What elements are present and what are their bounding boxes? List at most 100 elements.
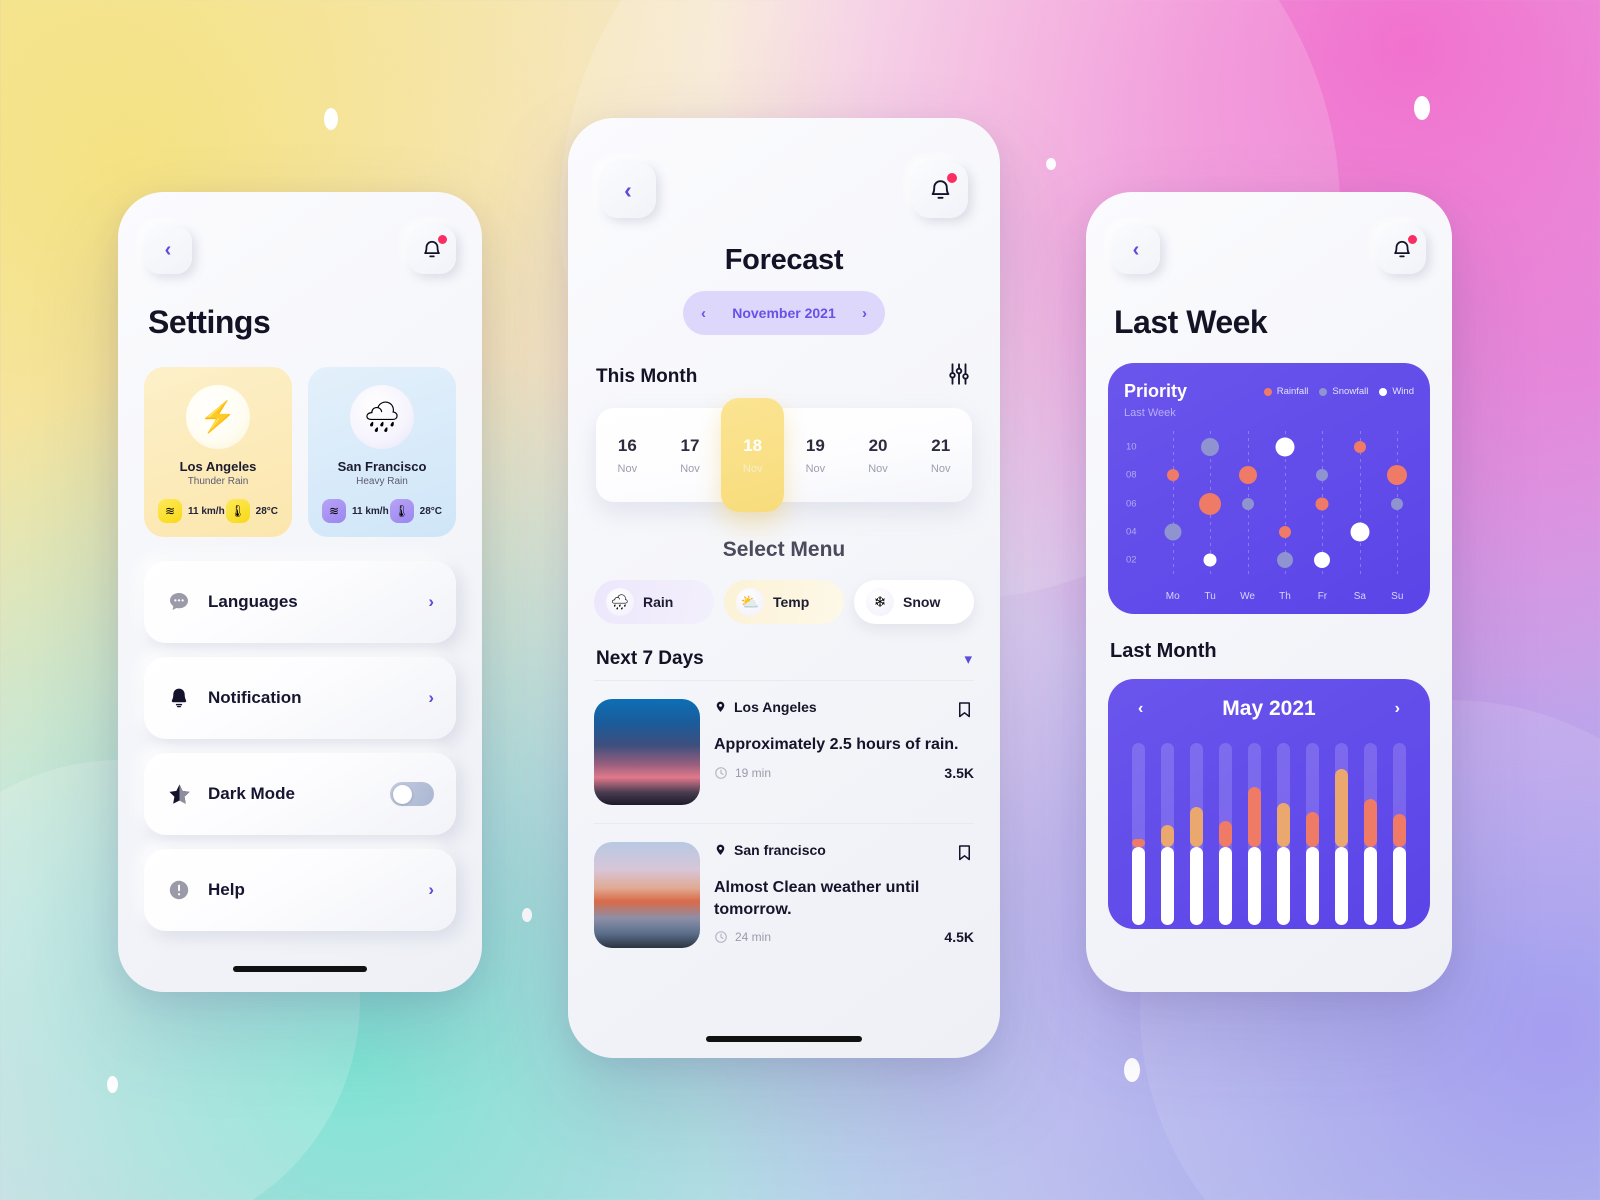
- chevron-right-icon: ›: [428, 688, 434, 707]
- wind-metric: ≋ 11 km/h: [158, 499, 225, 523]
- day-cell[interactable]: 21 Nov: [909, 408, 972, 502]
- day-number: 20: [868, 435, 888, 455]
- scatter-plot: 02 04 06 08 10 Mo Tu We Th Fr Sa Su: [1124, 427, 1414, 602]
- chip-label: Snow: [903, 594, 941, 610]
- data-point-snowfall: [1241, 497, 1254, 510]
- bar-base: [1248, 846, 1261, 925]
- legend-item-wind: Wind: [1379, 386, 1414, 397]
- forecast-topbar: ‹: [568, 162, 1000, 218]
- notifications-button[interactable]: [1378, 226, 1426, 274]
- snowflake-icon: ❄: [866, 588, 894, 616]
- y-axis-tick: 02: [1126, 554, 1137, 566]
- news-body: San francisco Almost Clean weather until…: [714, 842, 974, 948]
- bar-value: [1161, 824, 1174, 847]
- news-headline: Approximately 2.5 hours of rain.: [714, 736, 959, 753]
- month-next-button[interactable]: ›: [862, 305, 867, 322]
- notifications-button[interactable]: [912, 162, 968, 218]
- day-cell[interactable]: 17 Nov: [659, 408, 722, 502]
- bar-value: [1364, 799, 1377, 847]
- month-next-button[interactable]: ›: [1395, 700, 1400, 718]
- priority-card-header: Priority Rainfall Snowfall Wind: [1124, 381, 1414, 402]
- month-prev-button[interactable]: ‹: [701, 305, 706, 322]
- bookmark-button[interactable]: [955, 842, 974, 868]
- month-picker[interactable]: ‹ November 2021 ›: [683, 291, 885, 335]
- star-half-icon: [166, 781, 192, 807]
- data-point-wind: [1275, 437, 1295, 457]
- data-point-rainfall: [1353, 441, 1366, 454]
- bar-column: [1393, 743, 1406, 925]
- back-button[interactable]: ‹: [144, 226, 192, 274]
- location-pin-icon: [716, 701, 725, 712]
- news-location-label: Los Angeles: [734, 699, 817, 715]
- day-cell[interactable]: 16 Nov: [596, 408, 659, 502]
- day-cell-selected[interactable]: 18 Nov: [721, 398, 785, 512]
- legend-label: Wind: [1392, 386, 1414, 397]
- day-cell[interactable]: 20 Nov: [847, 408, 910, 502]
- decorative-dot: [1046, 158, 1056, 170]
- data-point-snowfall: [1277, 551, 1293, 568]
- filter-button[interactable]: [946, 361, 972, 392]
- news-footer: 24 min 4.5K: [714, 929, 974, 945]
- chevron-down-icon[interactable]: ▾: [964, 650, 972, 668]
- legend-color-dot: [1319, 387, 1328, 396]
- news-time: 24 min: [714, 930, 771, 944]
- sidebar-item-languages[interactable]: Languages ›: [144, 561, 456, 643]
- partly-sunny-icon: ⛅: [736, 588, 764, 616]
- notifications-button[interactable]: [408, 226, 456, 274]
- data-point-snowfall: [1164, 523, 1182, 541]
- day-cell[interactable]: 19 Nov: [784, 408, 847, 502]
- chip-rain[interactable]: 🌧 Rain: [594, 580, 714, 624]
- notification-badge: [438, 235, 447, 244]
- this-month-row: This Month: [568, 361, 1000, 392]
- notification-badge: [1408, 235, 1417, 244]
- city-name: San Francisco: [337, 459, 427, 474]
- city-card-san-francisco[interactable]: 🌧 San Francisco Heavy Rain ≋ 11 km/h 🌡 2…: [308, 367, 456, 537]
- bar-value: [1132, 839, 1145, 847]
- heavy-rain-icon: 🌧: [350, 385, 414, 449]
- decorative-dot: [1124, 1058, 1140, 1082]
- news-body: Los Angeles Approximately 2.5 hours of r…: [714, 699, 974, 805]
- chevron-left-icon: ‹: [164, 239, 172, 261]
- sidebar-item-dark-mode[interactable]: Dark Mode: [144, 753, 456, 835]
- bar-value: [1190, 806, 1203, 847]
- next-7-days-header[interactable]: Next 7 Days ▾: [568, 648, 1000, 670]
- bar-value: [1393, 814, 1406, 847]
- data-point-rainfall: [1315, 497, 1329, 510]
- section-title: Last Month: [1110, 640, 1217, 662]
- bar-column: [1190, 743, 1203, 925]
- decorative-dot: [107, 1076, 118, 1093]
- sidebar-item-label: Languages: [208, 592, 298, 611]
- thermometer-icon: 🌡: [225, 499, 250, 523]
- chip-snow[interactable]: ❄ Snow: [854, 580, 974, 624]
- wind-icon: ≋: [322, 499, 346, 523]
- day-month: Nov: [805, 462, 826, 475]
- list-item[interactable]: Los Angeles Approximately 2.5 hours of r…: [594, 680, 974, 823]
- bookmark-button[interactable]: [955, 699, 974, 725]
- data-point-rainfall: [1199, 492, 1222, 515]
- temperature-metric: 🌡 28°C: [389, 499, 442, 523]
- day-number: 19: [805, 435, 825, 455]
- dark-mode-toggle[interactable]: [390, 782, 434, 806]
- month-prev-button[interactable]: ‹: [1138, 700, 1143, 718]
- bar-column: [1248, 743, 1261, 925]
- back-button[interactable]: ‹: [600, 162, 656, 218]
- city-condition: Heavy Rain: [356, 476, 408, 487]
- stats-phone-screen: ‹ Last Week Priority Rainfall Snowfall Win…: [1086, 192, 1452, 992]
- city-card-los-angeles[interactable]: ⚡ Los Angeles Thunder Rain ≋ 11 km/h 🌡 2…: [144, 367, 292, 537]
- sidebar-item-help[interactable]: Help ›: [144, 849, 456, 931]
- list-item[interactable]: San francisco Almost Clean weather until…: [594, 823, 974, 966]
- legend-item-rainfall: Rainfall: [1263, 386, 1308, 397]
- x-axis-tick: Sa: [1353, 591, 1366, 602]
- month-label: November 2021: [732, 305, 836, 321]
- chip-temp[interactable]: ⛅ Temp: [724, 580, 844, 624]
- x-axis-tick: Fr: [1317, 591, 1328, 602]
- y-axis-tick: 06: [1126, 498, 1137, 509]
- sidebar-item-notification[interactable]: Notification ›: [144, 657, 456, 739]
- temperature-value: 28°C: [255, 505, 278, 517]
- sliders-icon: [949, 363, 969, 385]
- news-time-label: 19 min: [735, 765, 772, 780]
- day-month: Nov: [680, 462, 700, 475]
- forecast-phone-screen: ‹ Forecast ‹ November 2021 › This Month …: [568, 118, 1000, 1058]
- sidebar-item-label: Dark Mode: [208, 784, 295, 803]
- back-button[interactable]: ‹: [1112, 226, 1160, 274]
